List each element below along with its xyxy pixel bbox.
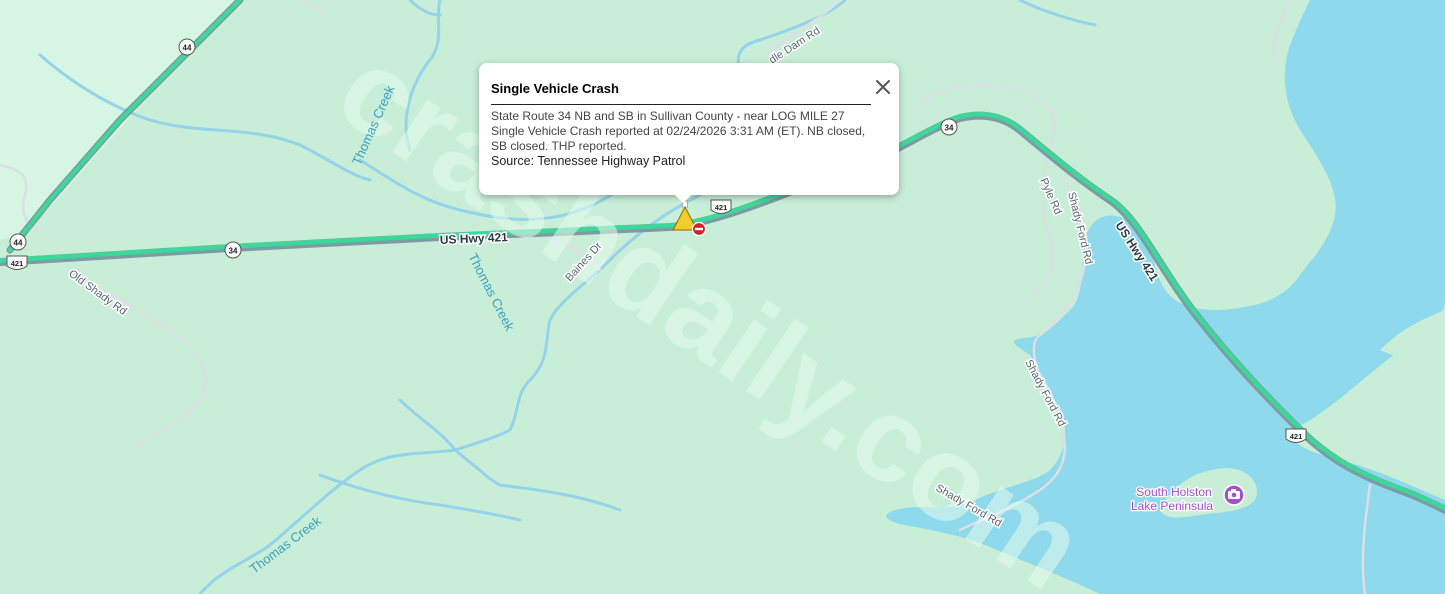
shield-sr44-top[interactable]: 44 [178,38,196,56]
shield-label: 421 [11,259,24,268]
popup-source: Source: Tennessee Highway Patrol [491,154,686,168]
shield-sr34-center[interactable]: 34 [224,241,242,259]
shield-sr44-left[interactable]: 44 [9,233,27,251]
poi-label-line2: Lake Peninsula [1131,499,1213,513]
shield-label: 44 [183,44,192,53]
popup-pointer [675,195,691,203]
close-icon [876,80,890,94]
road-label-us421: US Hwy 421 [440,230,509,247]
shield-label: 421 [715,203,728,212]
shield-us421-center[interactable]: 421 [710,199,732,214]
shield-us421-left[interactable]: 421 [6,255,28,270]
popup-description: Single Vehicle Crash reported at 02/24/2… [491,124,866,153]
road-closed-icon[interactable] [691,221,707,237]
shield-label: 421 [1290,432,1303,441]
close-popup-button[interactable] [873,77,893,97]
shield-label: 44 [14,239,23,248]
incident-popup: Single Vehicle Crash State Route 34 NB a… [479,63,899,203]
popup-body: State Route 34 NB and SB in Sullivan Cou… [491,109,871,169]
popup-divider [491,104,871,105]
camera-icon [1223,484,1245,506]
popup-location: State Route 34 NB and SB in Sullivan Cou… [491,109,845,123]
poi-label-line1: South Holston [1136,485,1211,499]
shield-label: 34 [229,247,238,256]
shield-us421-right[interactable]: 421 [1285,428,1307,443]
popup-title: Single Vehicle Crash [491,81,619,96]
shield-label: 34 [945,124,954,133]
shield-sr34-right[interactable]: 34 [940,118,958,136]
